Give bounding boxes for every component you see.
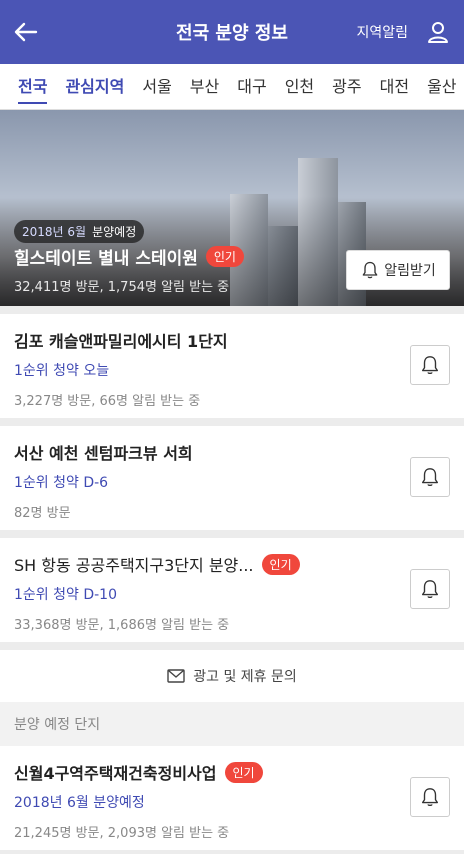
listing-schedule: 2018년 6월 분양예정 [14,795,145,811]
listing-name: 서산 예천 센텀파크뷰 서희 [14,444,193,463]
featured-banner[interactable]: 2018년 6월 분양예정 힐스테이트 별내 스테이원 인기 32,411명 방문… [0,110,464,306]
listing-stats: 21,245명 방문, 2,093명 알림 받는 중 [14,826,230,841]
popular-badge: 인기 [261,553,300,575]
back-arrow-icon[interactable] [12,18,40,46]
region-tabs: 전국 관심지역 서울 부산 대구 인천 광주 대전 울산 [0,64,464,110]
listing-stats: 33,368명 방문, 1,686명 알림 받는 중 [14,618,230,633]
listing-name: SH 항동 공공주택지구3단지 분양... [14,556,254,575]
tab-favorite-regions[interactable]: 관심지역 [65,64,124,109]
listing-name-row: SH 항동 공공주택지구3단지 분양... 인기 [14,552,450,576]
list-item[interactable]: 서산 예천 센텀파크뷰 서희 1순위 청약 D-6 82명 방문 [0,426,464,530]
tab-nationwide[interactable]: 전국 [18,64,48,109]
schedule-status: 분양예정 [92,225,137,239]
listing-schedule: 1순위 청약 D-6 [14,475,109,491]
list-item[interactable]: 신월4구역주택재건축정비사업 인기 2018년 6월 분양예정 21,245명 … [0,746,464,850]
bell-icon [421,788,439,807]
tab-ulsan[interactable]: 울산 [427,64,456,109]
featured-stats: 32,411명 방문, 1,754명 알림 받는 중 [14,280,230,295]
mail-icon [167,669,185,683]
listing-schedule: 1순위 청약 D-10 [14,587,117,603]
ad-inquiry-label: 광고 및 제휴 문의 [193,669,297,685]
tab-daejeon[interactable]: 대전 [380,64,409,109]
alert-bell-button[interactable] [410,457,450,497]
subscribe-alert-button[interactable]: 알림받기 [346,250,450,290]
featured-title: 힐스테이트 별내 스테이원 [14,249,198,269]
list-item[interactable]: SH 항동 공공주택지구3단지 분양... 인기 1순위 청약 D-10 33,… [0,538,464,642]
bell-icon [362,261,378,279]
alert-bell-button[interactable] [410,777,450,817]
bell-icon [421,580,439,599]
tab-gwangju[interactable]: 광주 [332,64,361,109]
app-bar: 전국 분양 정보 지역알림 [0,0,464,64]
popular-badge: 인기 [205,246,244,267]
listing-stats: 82명 방문 [14,506,71,521]
section-header: 분양 예정 단지 [0,702,464,746]
alert-bell-button[interactable] [410,345,450,385]
region-alert-button[interactable]: 지역알림 [356,22,408,42]
tab-seoul[interactable]: 서울 [142,64,171,109]
alert-bell-button[interactable] [410,569,450,609]
listing-stats: 3,227명 방문, 66명 알림 받는 중 [14,394,201,409]
listing-name-row: 신월4구역주택재건축정비사업 인기 [14,760,450,784]
subscribe-alert-label: 알림받기 [384,263,436,279]
listing-name: 김포 캐슬앤파밀리에시티 1단지 [14,332,228,351]
tab-busan[interactable]: 부산 [190,64,219,109]
bell-icon [421,468,439,487]
tab-incheon[interactable]: 인천 [285,64,314,109]
schedule-tag: 2018년 6월 분양예정 [14,220,145,243]
listing-schedule: 1순위 청약 오늘 [14,363,110,379]
user-icon[interactable] [426,20,450,44]
list-item[interactable]: 김포 캐슬앤파밀리에시티 1단지 1순위 청약 오늘 3,227명 방문, 66… [0,314,464,418]
tab-daegu[interactable]: 대구 [237,64,266,109]
ad-inquiry-link[interactable]: 광고 및 제휴 문의 [0,650,464,702]
featured-name: 힐스테이트 별내 스테이원 인기 [14,244,244,269]
popular-badge: 인기 [224,761,263,783]
listing-name: 신월4구역주택재건축정비사업 [14,764,217,783]
schedule-date: 2018년 6월 [22,225,87,239]
bell-icon [421,356,439,375]
